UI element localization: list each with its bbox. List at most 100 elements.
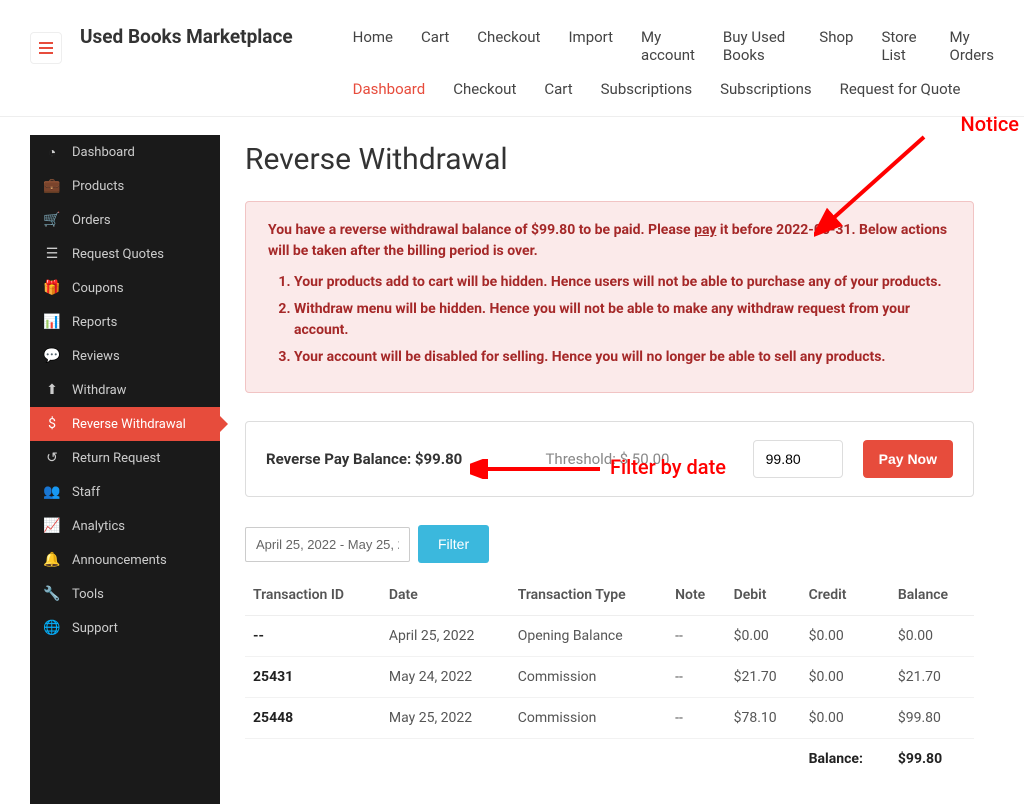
filter-button[interactable]: Filter (418, 525, 489, 563)
cell-date: May 25, 2022 (381, 698, 510, 739)
table-row: --April 25, 2022Opening Balance--$0.00$0… (245, 616, 974, 657)
brand-title: Used Books Marketplace (80, 26, 293, 49)
sidebar-item-withdraw[interactable]: ⬆ Withdraw (30, 373, 220, 407)
sidebar-item-announcements[interactable]: 🔔 Announcements (30, 543, 220, 577)
cell-debit: $0.00 (726, 616, 801, 657)
column-header: Date (381, 575, 510, 616)
gift-icon: 🎁 (44, 280, 60, 296)
cell-balance: $21.70 (890, 657, 974, 698)
cell-tid: 25448 (245, 698, 381, 739)
column-header: Balance (890, 575, 974, 616)
nav-link-import[interactable]: Import (568, 28, 613, 64)
cell-balance: $0.00 (890, 616, 974, 657)
bell-icon: 🔔 (44, 552, 60, 568)
sidebar-item-products[interactable]: 💼Products (30, 169, 220, 203)
globe-icon: 🌐 (44, 620, 60, 636)
sidebar: ◔Dashboard💼Products🛒Orders☰Request Quote… (30, 135, 220, 804)
nav-link-dashboard[interactable]: Dashboard (353, 80, 426, 98)
users-icon: 👥 (44, 484, 60, 500)
nav-link-buy-used-books[interactable]: Buy Used Books (723, 28, 791, 64)
sidebar-item-staff[interactable]: 👥 Staff (30, 475, 220, 509)
notice-text-1: You have a reverse withdrawal balance of… (268, 222, 694, 238)
nav-link-cart[interactable]: Cart (421, 28, 449, 64)
nav-link-shop[interactable]: Shop (819, 28, 853, 64)
sidebar-item-label: Coupons (72, 281, 124, 296)
nav-link-cart[interactable]: Cart (544, 80, 572, 98)
briefcase-icon: 💼 (44, 178, 60, 194)
sidebar-item-label: Announcements (72, 553, 167, 568)
sidebar-item-request-quotes[interactable]: ☰Request Quotes (30, 237, 220, 271)
nav-link-checkout[interactable]: Checkout (453, 80, 516, 98)
upload-icon: ⬆ (44, 382, 60, 398)
balance-label: Reverse Pay Balance: $99.80 (266, 450, 462, 468)
nav-link-subscriptions[interactable]: Subscriptions (601, 80, 692, 98)
sidebar-item-coupons[interactable]: 🎁 Coupons (30, 271, 220, 305)
chart-icon: 📊 (44, 314, 60, 330)
comment-icon: 💬 (44, 348, 60, 364)
column-header: Note (667, 575, 726, 616)
footer-balance-label: Balance: (801, 739, 890, 780)
table-row: 25431May 24, 2022Commission--$21.70$0.00… (245, 657, 974, 698)
top-nav-secondary: Dashboard Checkout Cart Subscriptions Subscr… (353, 72, 994, 106)
cell-balance: $99.80 (890, 698, 974, 739)
sidebar-item-dashboard[interactable]: ◔Dashboard (30, 135, 220, 169)
pay-now-button[interactable]: Pay Now (863, 440, 953, 478)
sidebar-item-label: Reviews (72, 349, 120, 364)
table-row: 25448May 25, 2022Commission--$78.10$0.00… (245, 698, 974, 739)
cell-debit: $21.70 (726, 657, 801, 698)
cell-type: Commission (510, 657, 667, 698)
cell-note: -- (667, 698, 726, 739)
sidebar-item-support[interactable]: 🌐 Support (30, 611, 220, 645)
sidebar-item-label: Request Quotes (72, 247, 164, 262)
sidebar-item-label: Reports (72, 315, 117, 330)
sidebar-item-reviews[interactable]: 💬 Reviews (30, 339, 220, 373)
sidebar-item-reports[interactable]: 📊 Reports (30, 305, 220, 339)
menu-toggle-button[interactable] (30, 32, 62, 64)
sidebar-item-label: Tools (72, 587, 104, 602)
sidebar-item-label: Staff (72, 485, 100, 500)
page-title: Reverse Withdrawal (245, 142, 974, 177)
column-header: Transaction Type (510, 575, 667, 616)
undo-icon: ↺ (44, 450, 60, 466)
cell-note: -- (667, 657, 726, 698)
nav-link-home[interactable]: Home (353, 28, 393, 64)
sidebar-item-label: Reverse Withdrawal (72, 417, 186, 432)
analytics-icon: 📈 (44, 518, 60, 534)
cell-credit: $0.00 (801, 616, 890, 657)
footer-balance-value: $99.80 (890, 739, 974, 780)
top-nav-primary: Home Cart Checkout Import My account Buy Used… (353, 20, 994, 72)
column-header: Credit (801, 575, 890, 616)
threshold-label: Threshold: $ 50.00 (545, 450, 669, 468)
sidebar-item-tools[interactable]: 🔧 Tools (30, 577, 220, 611)
sidebar-item-return-request[interactable]: ↺ Return Request (30, 441, 220, 475)
cell-credit: $0.00 (801, 657, 890, 698)
sidebar-item-reverse-withdrawal[interactable]: $ Reverse Withdrawal (30, 407, 220, 441)
nav-link-my-account[interactable]: My account (641, 28, 695, 64)
column-header: Debit (726, 575, 801, 616)
sidebar-item-label: Return Request (72, 451, 160, 466)
dollar-icon: $ (44, 416, 60, 432)
sidebar-item-label: Support (72, 621, 118, 636)
cell-note: -- (667, 616, 726, 657)
nav-link-store-list[interactable]: Store List (881, 28, 921, 64)
cell-debit: $78.10 (726, 698, 801, 739)
sidebar-item-label: Analytics (72, 519, 125, 534)
sidebar-item-orders[interactable]: 🛒Orders (30, 203, 220, 237)
nav-link-my-orders[interactable]: My Orders (950, 28, 995, 64)
balance-bar: Reverse Pay Balance: $99.80 Threshold: $… (245, 421, 974, 497)
nav-link-subscriptions[interactable]: Subscriptions (720, 80, 811, 98)
sidebar-item-analytics[interactable]: 📈 Analytics (30, 509, 220, 543)
notice-item: Your account will be disabled for sellin… (294, 347, 951, 368)
cell-date: April 25, 2022 (381, 616, 510, 657)
column-header: Transaction ID (245, 575, 381, 616)
pay-amount-input[interactable] (753, 440, 843, 478)
wrench-icon: 🔧 (44, 586, 60, 602)
sidebar-item-label: Dashboard (72, 145, 135, 160)
nav-link-checkout[interactable]: Checkout (477, 28, 540, 64)
notice-item: Withdraw menu will be hidden. Hence you … (294, 299, 951, 341)
nav-link-request-for-quote[interactable]: Request for Quote (840, 80, 961, 98)
transactions-table: Transaction IDDateTransaction TypeNoteDe… (245, 575, 974, 779)
sidebar-item-label: Withdraw (72, 383, 126, 398)
date-range-input[interactable] (245, 527, 410, 562)
notice-pay-link[interactable]: pay (694, 222, 716, 238)
